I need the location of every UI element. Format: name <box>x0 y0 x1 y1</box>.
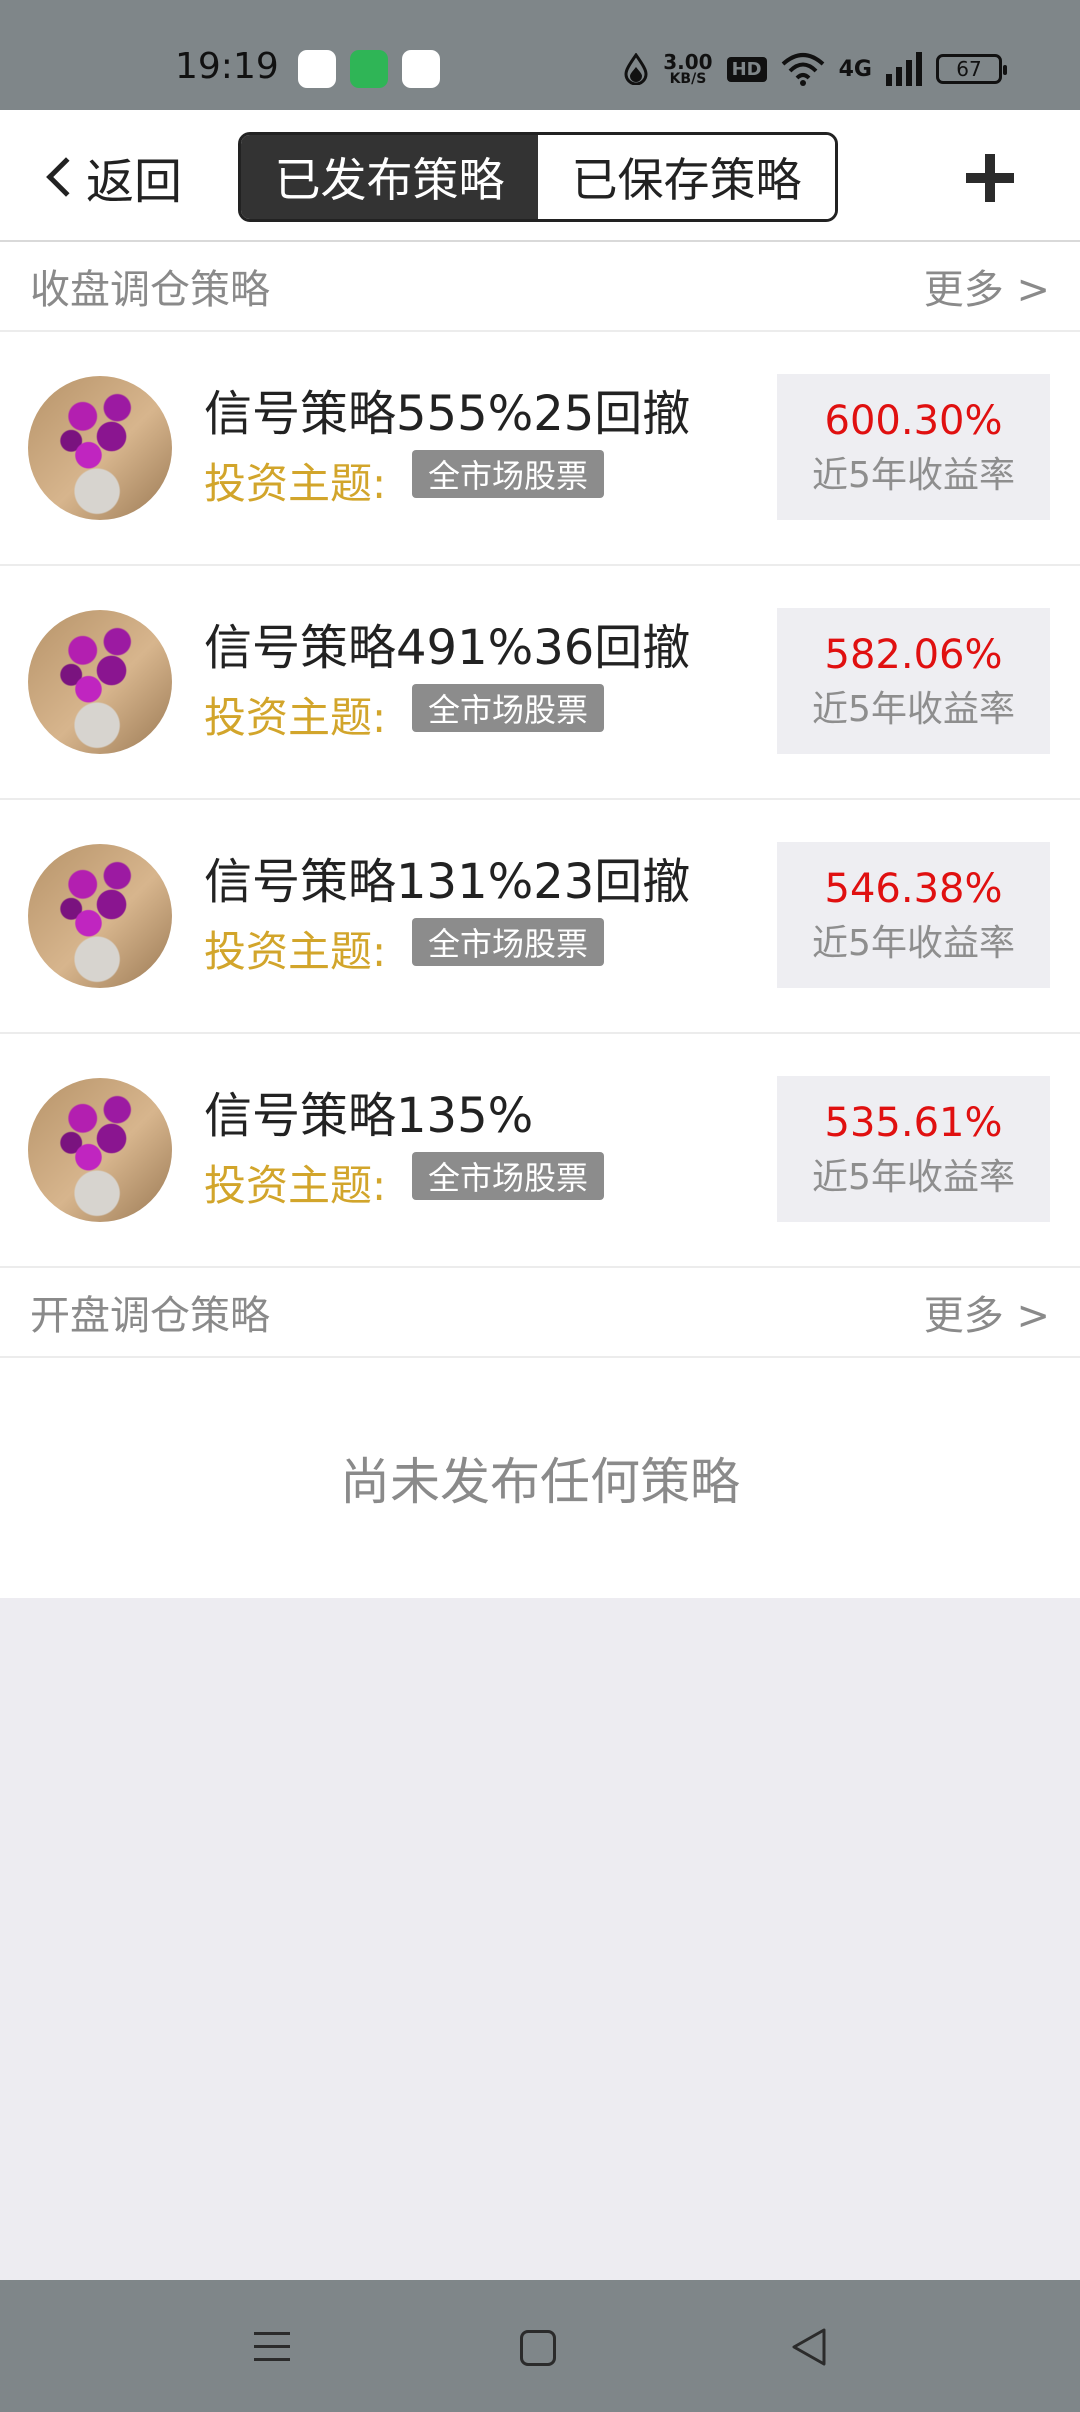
battery-level: 67 <box>956 57 982 81</box>
status-time: 19:19 <box>175 46 279 87</box>
back-triangle-icon[interactable] <box>786 2324 832 2370</box>
return-value: 600.30% <box>824 398 1003 444</box>
menu-icon[interactable] <box>250 2324 296 2370</box>
avatar <box>28 610 172 754</box>
section-title: 收盘调仓策略 <box>30 267 270 313</box>
return-label: 近5年收益率 <box>812 1157 1015 1198</box>
return-label: 近5年收益率 <box>812 689 1015 730</box>
strategy-item[interactable]: 信号策略135% 投资主题: 全市场股票 535.61% 近5年收益率 <box>0 1034 1080 1268</box>
section-header-open: 开盘调仓策略 更多 > <box>0 1268 1080 1358</box>
strategy-item[interactable]: 信号策略491%36回撤 投资主题: 全市场股票 582.06% 近5年收益率 <box>0 566 1080 800</box>
return-box: 582.06% 近5年收益率 <box>777 608 1050 754</box>
tab-published[interactable]: 已发布策略 <box>241 135 538 219</box>
strategy-item[interactable]: 信号策略555%25回撤 投资主题: 全市场股票 600.30% 近5年收益率 <box>0 332 1080 566</box>
return-label: 近5年收益率 <box>812 455 1015 496</box>
search-app-icon <box>402 50 440 88</box>
topic-label: 投资主题: <box>204 1161 387 1210</box>
strategy-item[interactable]: 信号策略131%23回撤 投资主题: 全市场股票 546.38% 近5年收益率 <box>0 800 1080 1034</box>
net-speed-unit: KB/S <box>669 71 707 87</box>
avatar <box>28 844 172 988</box>
topic-tag: 全市场股票 <box>412 1152 605 1200</box>
return-label: 近5年收益率 <box>812 923 1015 964</box>
return-value: 535.61% <box>824 1100 1003 1146</box>
strategy-title: 信号策略491%36回撤 <box>204 620 691 676</box>
net-speed: 3.00 KB/S <box>663 52 712 86</box>
signal-icon <box>886 52 922 86</box>
network-type: 4G <box>838 56 872 82</box>
strategy-list: 收盘调仓策略 更多 > 信号策略555%25回撤 投资主题: 全市场股票 600… <box>0 242 1080 1598</box>
add-strategy-button[interactable] <box>960 148 1020 208</box>
more-link[interactable]: 更多 > <box>924 257 1050 315</box>
home-icon[interactable] <box>520 2330 556 2366</box>
chevron-left-icon <box>46 157 86 197</box>
topic-label: 投资主题: <box>204 927 387 976</box>
topic-tag: 全市场股票 <box>412 684 605 732</box>
tab-saved[interactable]: 已保存策略 <box>538 135 835 219</box>
return-value: 546.38% <box>824 866 1003 912</box>
strategy-title: 信号策略555%25回撤 <box>204 386 691 442</box>
avatar <box>28 376 172 520</box>
return-value: 582.06% <box>824 632 1003 678</box>
nav-header: 返回 已发布策略 已保存策略 <box>0 110 1080 242</box>
system-nav-bar <box>0 2280 1080 2412</box>
more-link[interactable]: 更多 > <box>924 1283 1050 1341</box>
wifi-icon <box>781 53 824 86</box>
avatar <box>28 1078 172 1222</box>
section-header-close: 收盘调仓策略 更多 > <box>0 242 1080 332</box>
status-right-group: 3.00 KB/S HD 4G 67 <box>623 42 1007 96</box>
data-saver-icon <box>624 53 648 85</box>
app-notification-icon <box>298 50 336 88</box>
return-box: 600.30% 近5年收益率 <box>777 374 1050 520</box>
topic-label: 投资主题: <box>204 459 387 508</box>
message-app-icon <box>350 50 388 88</box>
battery-icon: 67 <box>936 54 1007 84</box>
topic-label: 投资主题: <box>204 693 387 742</box>
return-box: 535.61% 近5年收益率 <box>777 1076 1050 1222</box>
net-speed-value: 3.00 <box>663 50 713 74</box>
status-bar: 19:19 3.00 KB/S HD 4G 67 <box>0 0 1080 110</box>
strategy-title: 信号策略131%23回撤 <box>204 854 691 910</box>
hd-badge: HD <box>726 56 767 82</box>
strategy-tab-switch: 已发布策略 已保存策略 <box>238 132 838 222</box>
back-label: 返回 <box>86 154 183 210</box>
return-box: 546.38% 近5年收益率 <box>777 842 1050 988</box>
section-title: 开盘调仓策略 <box>30 1293 270 1339</box>
empty-state: 尚未发布任何策略 <box>0 1358 1080 1598</box>
back-button[interactable]: 返回 <box>38 148 182 210</box>
topic-tag: 全市场股票 <box>412 918 605 966</box>
topic-tag: 全市场股票 <box>412 450 605 498</box>
strategy-title: 信号策略135% <box>204 1088 534 1144</box>
